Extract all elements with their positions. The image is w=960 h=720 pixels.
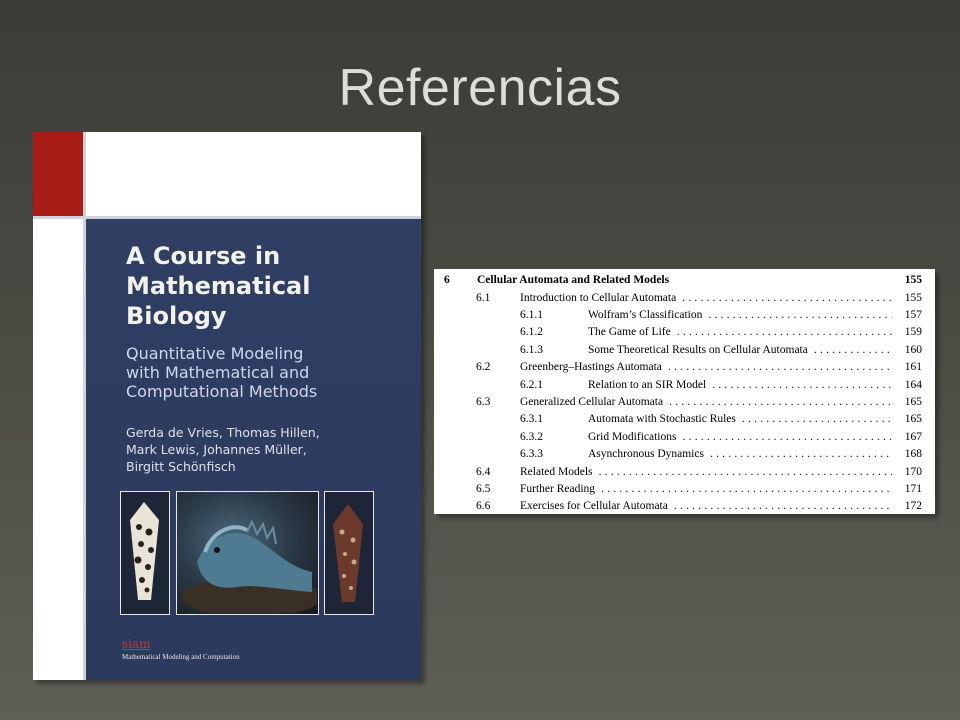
toc-entry-title-text: Wolfram’s Classification [588,308,703,321]
toc-leader-dots: ........................................… [682,430,892,443]
toc-entry-page: 157 [904,308,922,321]
toc-entry-number: 6.3.3 [520,448,543,461]
toc-entry-number: 6.6 [476,500,491,513]
book-subtitle: Quantitative Modeling with Mathematical … [126,344,318,401]
slide-title: Referencias [338,59,622,117]
book-title: A Course in Mathematical Biology [126,242,311,330]
toc-entry-row: 6.5 Further Reading .....................… [434,481,935,498]
toc-entry-number: 6.3.1 [520,413,543,426]
toc-entry-row: 6.1.3 Some Theoretical Results on Cellula… [434,342,935,359]
toc-entry-row: 6.1.1 Wolfram’s Classification ..........… [434,307,935,324]
toc-entry-title-text: Greenberg–Hastings Automata [520,361,662,374]
cover-navy-panel: A Course in Mathematical Biology Quantit… [86,219,421,680]
toc-entry-row: 6.6 Exercises for Cellular Automata .....… [434,498,935,515]
cone-shell-photo-right [324,491,374,615]
toc-chapter-page: 155 [904,274,922,286]
toc-chapter-row: 6 Cellular Automata and Related Models 1… [434,272,935,289]
toc-entry-page: 159 [904,326,922,339]
iguana-photo [176,491,322,617]
toc-entry-number: 6.2.1 [520,378,543,391]
book-cover-image: A Course in Mathematical Biology Quantit… [33,132,421,680]
toc-chapter-title: Cellular Automata and Related Models [477,274,670,286]
toc-entry-row: 6.3.1 Automata with Stochastic Rules ....… [434,411,935,428]
cover-white-strip [33,219,83,680]
toc-entry-page: 164 [904,378,922,391]
toc-entry-page: 155 [904,291,922,304]
toc-entry-page: 161 [904,361,922,374]
toc-entry-row: 6.3.3 Asynchronous Dynamics .............… [434,446,935,463]
toc-leader-dots: ........................................… [667,361,892,374]
toc-leader-dots: ........................................… [741,413,892,426]
book-series: Mathematical Modeling and Computation [122,653,240,661]
toc-leader-dots: ........................................… [813,343,892,356]
siam-logo: siam [122,637,151,651]
toc-entry-title: Further Reading ........................… [520,481,892,498]
toc-entry-row: 6.1.2 The Game of Life ..................… [434,324,935,341]
toc-entry-title-text: Relation to an SIR Model [588,378,707,391]
table-of-contents: 6 Cellular Automata and Related Models 1… [434,269,935,514]
toc-leader-dots: ........................................… [673,500,892,513]
toc-entry-row: 6.3 Generalized Cellular Automata .......… [434,394,935,411]
toc-entry-title-text: Generalized Cellular Automata [520,395,664,408]
toc-entry-number: 6.5 [476,482,491,495]
toc-entry-title-text: Related Models [520,465,593,478]
toc-entry-title: Relation to an SIR Model ...............… [588,377,892,394]
toc-entry-row: 6.2 Greenberg–Hastings Automata .........… [434,359,935,376]
toc-entry-number: 6.2 [476,361,491,374]
toc-entry-title: Automata with Stochastic Rules .........… [588,411,892,428]
toc-entry-page: 165 [904,413,922,426]
toc-entry-page: 160 [904,343,922,356]
toc-leader-dots: ........................................… [682,291,892,304]
toc-entry-page: 168 [904,448,922,461]
toc-entry-title: Generalized Cellular Automata ..........… [520,394,892,411]
toc-leader-dots: ........................................… [601,482,892,495]
toc-chapter-number: 6 [444,274,450,286]
toc-entry-page: 167 [904,430,922,443]
toc-entry-title-text: Introduction to Cellular Automata [520,291,677,304]
toc-leader-dots: ........................................… [708,308,892,321]
toc-leader-dots: ........................................… [710,448,892,461]
toc-entry-page: 165 [904,395,922,408]
toc-entry-title: Asynchronous Dynamics ..................… [588,446,892,463]
toc-entry-title-text: Exercises for Cellular Automata [520,500,668,513]
toc-entry-page: 170 [904,465,922,478]
cover-red-block [33,132,83,216]
toc-entry-title-text: The Game of Life [588,326,671,339]
toc-leader-dots: ........................................… [598,465,892,478]
toc-leader-dots: ........................................… [669,395,892,408]
toc-entry-title: Wolfram’s Classification ...............… [588,307,892,324]
toc-entry-page: 171 [904,482,922,495]
toc-entry-number: 6.1.2 [520,326,543,339]
toc-entry-title-text: Grid Modifications [588,430,677,443]
toc-entry-number: 6.3.2 [520,430,543,443]
cone-shell-photo-left [120,491,170,615]
toc-entry-row: 6.1 Introduction to Cellular Automata ...… [434,290,935,307]
toc-entry-row: 6.2.1 Relation to an SIR Model ..........… [434,377,935,394]
toc-entry-number: 6.3 [476,395,491,408]
toc-entry-row: 6.3.2 Grid Modifications ................… [434,429,935,446]
toc-entry-number: 6.1 [476,291,491,304]
book-authors: Gerda de Vries, Thomas Hillen, Mark Lewi… [126,425,320,474]
cover-white-block [86,132,421,216]
toc-entry-title: Related Models .........................… [520,464,892,481]
toc-entry-row: 6.4 Related Models ......................… [434,464,935,481]
toc-leader-dots: ........................................… [676,326,892,339]
toc-entry-title: The Game of Life .......................… [588,324,892,341]
toc-entry-title: Grid Modifications .....................… [588,429,892,446]
toc-entry-number: 6.1.1 [520,308,543,321]
toc-entry-title-text: Some Theoretical Results on Cellular Aut… [588,343,808,356]
toc-leader-dots: ........................................… [712,378,892,391]
toc-entry-title: Exercises for Cellular Automata ........… [520,498,892,515]
toc-entry-title: Some Theoretical Results on Cellular Aut… [588,342,892,359]
toc-entry-title: Greenberg–Hastings Automata ............… [520,359,892,376]
toc-entry-number: 6.1.3 [520,343,543,356]
toc-entry-title-text: Automata with Stochastic Rules [588,413,736,426]
toc-entry-title: Introduction to Cellular Automata ......… [520,290,892,307]
toc-entry-page: 172 [904,500,922,513]
toc-entry-title-text: Further Reading [520,482,596,495]
toc-entry-number: 6.4 [476,465,491,478]
toc-entry-title-text: Asynchronous Dynamics [588,448,704,461]
